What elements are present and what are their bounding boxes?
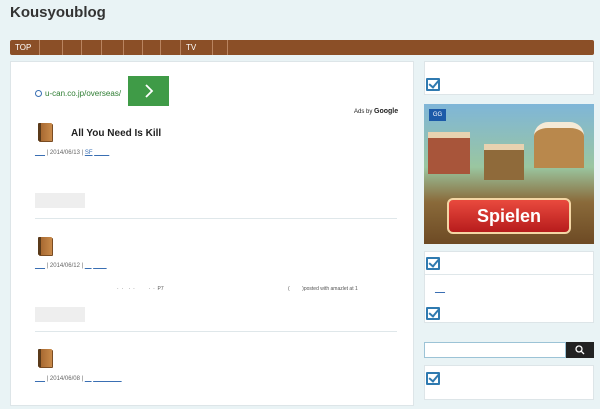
game-logo: GG xyxy=(429,109,446,121)
nav-item-top[interactable]: TOP xyxy=(10,40,40,55)
post-date: | 2014/06/13 | xyxy=(46,150,84,156)
checkbox-icon xyxy=(426,372,440,385)
stall-graphic xyxy=(428,132,470,174)
game-ad-banner[interactable]: GG Spielen xyxy=(424,104,594,244)
play-button[interactable]: Spielen xyxy=(447,198,571,234)
post-date: | 2014/06/08 | xyxy=(46,376,84,382)
main-content: u-can.co.jp/overseas/ Ads by Google All … xyxy=(10,61,414,406)
search-input[interactable] xyxy=(424,342,566,358)
book-icon[interactable] xyxy=(38,349,52,367)
sidebar-widget xyxy=(424,61,594,95)
nav-item-8[interactable] xyxy=(161,40,181,55)
post-meta: ___ | 2014/06/13 | SF ___ _ xyxy=(35,150,109,156)
author-link[interactable]: ___ xyxy=(35,150,45,156)
divider xyxy=(35,218,397,219)
book-icon[interactable] xyxy=(38,237,52,255)
ads-by-label: Ads by xyxy=(354,109,373,115)
globe-icon xyxy=(35,90,42,97)
checkbox-icon xyxy=(426,78,440,91)
share-button[interactable] xyxy=(35,307,85,322)
chevron-right-icon xyxy=(144,84,153,98)
post-meta: ___ | 2014/06/08 | __ _ _ _ _ _ _ xyxy=(35,376,122,382)
wagon-graphic xyxy=(534,122,584,168)
divider xyxy=(35,331,397,332)
post-item: ___ | 2014/06/08 | __ _ _ _ _ _ _ xyxy=(35,349,395,409)
tag-links[interactable]: ___ _ xyxy=(94,150,109,156)
author-link[interactable]: ___ xyxy=(35,376,45,382)
sidebar-widget xyxy=(424,365,594,400)
nav-item-4[interactable] xyxy=(82,40,102,55)
nav-item-tv[interactable]: TV xyxy=(181,40,213,55)
nav-item-2[interactable] xyxy=(40,40,63,55)
tag-links[interactable]: _ _ _ xyxy=(93,263,106,269)
post-date: | 2014/06/12 | xyxy=(46,263,84,269)
category-link[interactable]: SF xyxy=(85,150,93,156)
post-item: All You Need Is Kill ___ | 2014/06/13 | … xyxy=(35,123,395,213)
share-button[interactable] xyxy=(35,193,85,208)
sidebar-widget: ___ xyxy=(424,251,594,323)
post-excerpt: · · · · · · P7 xyxy=(117,286,164,292)
sidebar-link[interactable]: ___ xyxy=(435,287,445,293)
search-icon xyxy=(575,345,585,355)
nav-item-7[interactable] xyxy=(143,40,161,55)
post-item: ___ | 2014/06/12 | __ _ _ _ · · · · · · … xyxy=(35,237,395,327)
nav-item-10[interactable] xyxy=(213,40,228,55)
post-title[interactable]: All You Need Is Kill xyxy=(71,128,161,139)
sidebar-search xyxy=(424,342,594,358)
main-nav: TOP TV xyxy=(10,40,594,55)
category-link[interactable]: __ xyxy=(85,376,92,382)
search-button[interactable] xyxy=(566,342,594,358)
stall-graphic xyxy=(484,144,524,180)
nav-item-6[interactable] xyxy=(124,40,143,55)
post-meta: ___ | 2014/06/12 | __ _ _ _ xyxy=(35,263,107,269)
author-link[interactable]: ___ xyxy=(35,263,45,269)
checkbox-icon xyxy=(426,257,440,270)
ad-url[interactable]: u-can.co.jp/overseas/ xyxy=(45,89,121,98)
google-label: Google xyxy=(374,108,399,115)
category-link[interactable]: __ xyxy=(85,263,92,269)
amazlet-note: ( )posted with amazlet at 1 xyxy=(288,286,358,292)
site-title[interactable]: Kousyoublog xyxy=(10,4,106,21)
ads-by-google[interactable]: Ads by Google xyxy=(354,108,398,115)
nav-item-3[interactable] xyxy=(63,40,82,55)
tag-links[interactable]: _ _ _ _ _ _ xyxy=(93,376,121,382)
book-icon[interactable] xyxy=(38,123,52,141)
nav-item-5[interactable] xyxy=(102,40,124,55)
ad-go-button[interactable] xyxy=(128,76,169,106)
divider xyxy=(425,274,593,275)
ad-link[interactable]: u-can.co.jp/overseas/ xyxy=(35,89,121,98)
checkbox-icon xyxy=(426,307,440,320)
